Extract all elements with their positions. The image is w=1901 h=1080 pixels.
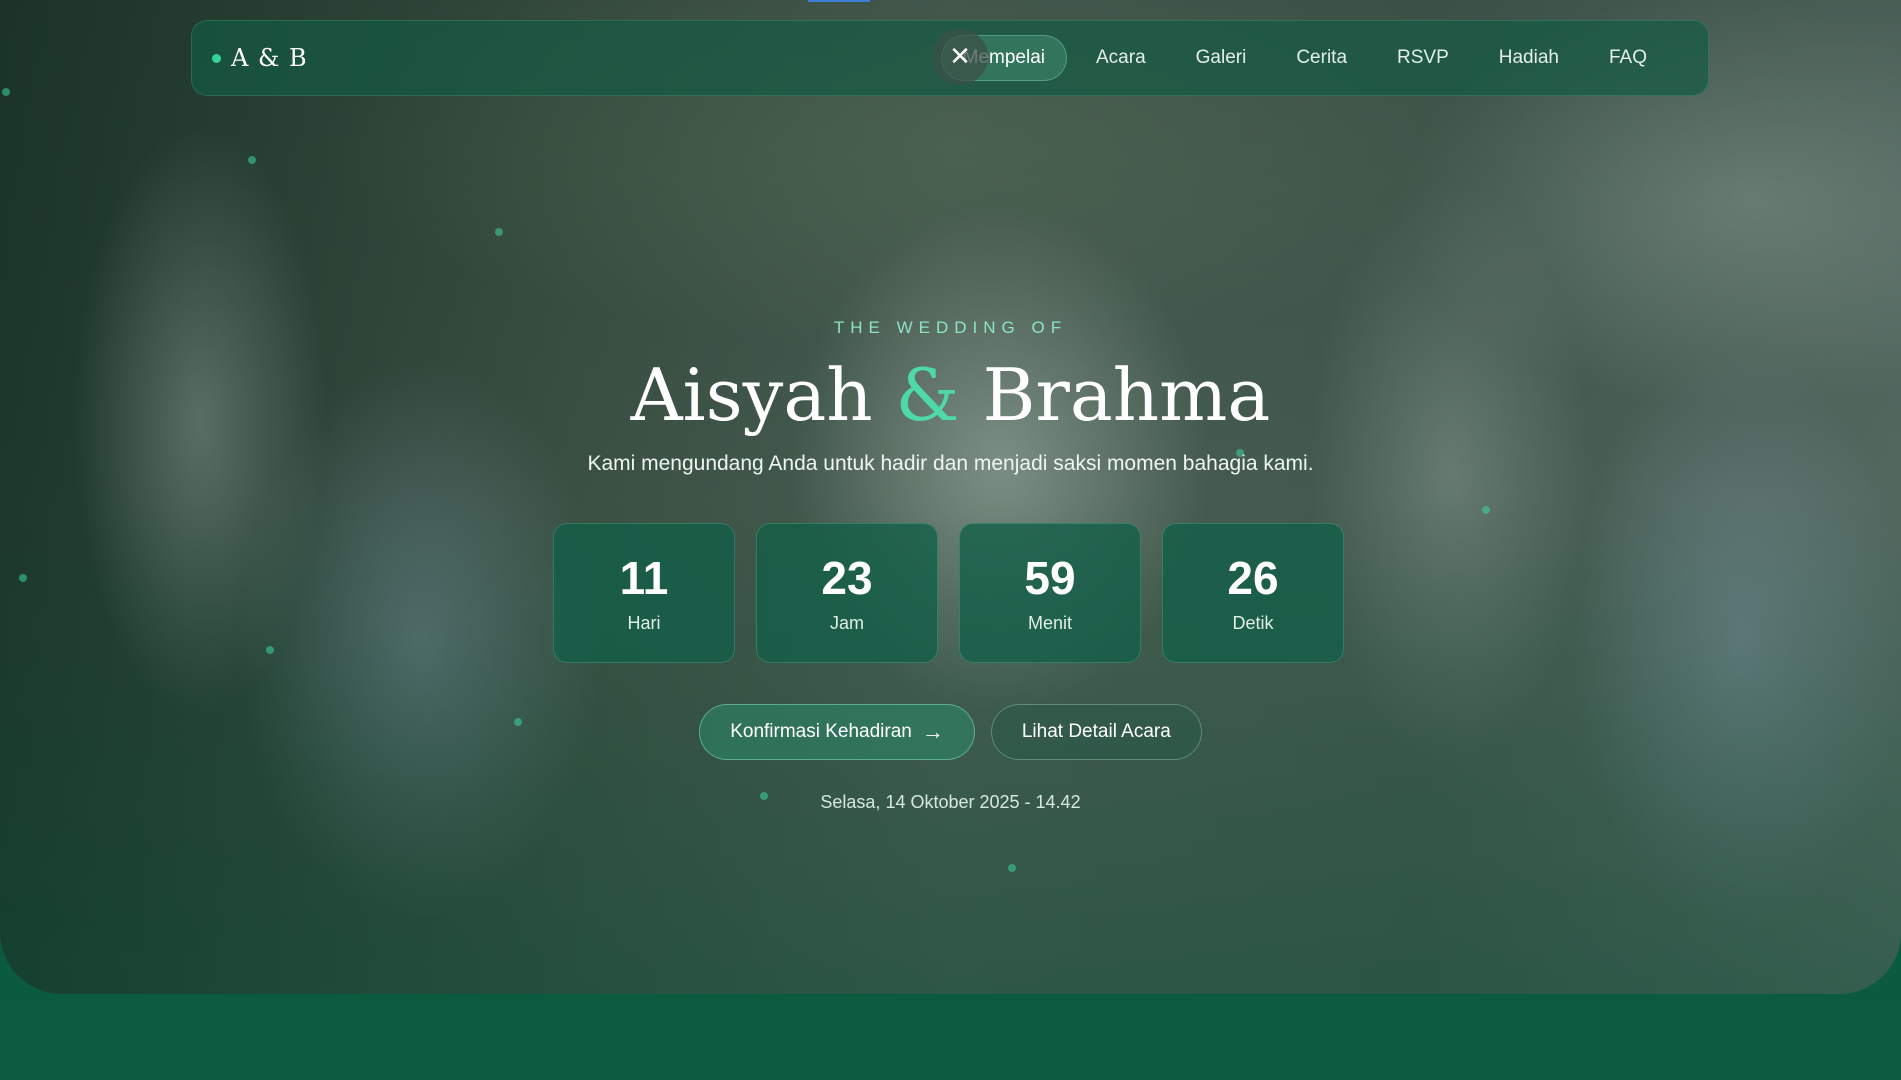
nav-item-rsvp[interactable]: RSVP <box>1376 36 1470 80</box>
event-date: Selasa, 14 Oktober 2025 - 14.42 <box>820 792 1081 812</box>
hero-content: THE WEDDING OF Aisyah & Brahma Kami meng… <box>0 0 1901 994</box>
nav-menu: Mempelai Acara Galeri Cerita RSVP Hadiah… <box>940 35 1668 81</box>
hero-eyebrow: THE WEDDING OF <box>833 318 1068 337</box>
nav-item-cerita[interactable]: Cerita <box>1275 36 1368 80</box>
countdown-value: 23 <box>821 551 873 604</box>
confirm-attendance-label: Konfirmasi Kehadiran <box>730 721 912 742</box>
hero-subtitle: Kami mengundang Anda untuk hadir dan men… <box>587 452 1314 475</box>
countdown-label: Jam <box>829 612 864 633</box>
hero-actions: Konfirmasi Kehadiran → Lihat Detail Acar… <box>0 704 1901 760</box>
nav-item-acara[interactable]: Acara <box>1075 36 1167 80</box>
close-icon[interactable]: ✕ <box>932 29 988 85</box>
groom-name: Brahma <box>982 353 1271 437</box>
countdown-label: Hari <box>627 612 661 633</box>
countdown-value: 59 <box>1024 551 1076 604</box>
countdown-label: Detik <box>1232 612 1274 633</box>
view-event-details-label: Lihat Detail Acara <box>1021 721 1171 742</box>
countdown-label: Menit <box>1027 612 1072 633</box>
countdown-value: 11 <box>619 551 669 604</box>
nav-item-galeri[interactable]: Galeri <box>1175 36 1268 80</box>
arrow-right-icon: → <box>921 719 944 744</box>
brand-dot-icon <box>212 53 221 63</box>
countdown-hours: 23 Jam <box>756 523 938 663</box>
scroll-progress-indicator <box>808 0 870 2</box>
ampersand: & <box>895 353 960 437</box>
couple-names: Aisyah & Brahma <box>0 350 1901 440</box>
countdown-value: 26 <box>1227 551 1279 604</box>
nav-item-faq[interactable]: FAQ <box>1588 36 1668 80</box>
nav-item-hadiah[interactable]: Hadiah <box>1478 36 1580 80</box>
countdown-minutes: 59 Menit <box>959 523 1141 663</box>
countdown-timer: 11 Hari 23 Jam 59 Menit 26 Detik <box>553 523 1344 663</box>
confirm-attendance-button[interactable]: Konfirmasi Kehadiran → <box>699 704 975 760</box>
bride-name: Aisyah <box>630 353 873 437</box>
view-event-details-button[interactable]: Lihat Detail Acara <box>990 704 1202 760</box>
brand-logo[interactable]: A & B <box>212 44 308 72</box>
countdown-days: 11 Hari <box>553 523 735 663</box>
brand-text: A & B <box>231 44 308 72</box>
countdown-seconds: 26 Detik <box>1162 523 1344 663</box>
